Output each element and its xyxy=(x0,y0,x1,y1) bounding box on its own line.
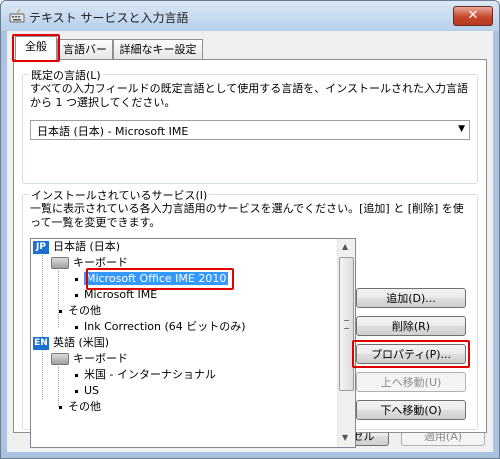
move-up-button[interactable]: 上へ移動(U) xyxy=(356,372,466,392)
default-language-group-label: 既定の言語(L) xyxy=(29,67,103,83)
bullet-icon xyxy=(75,325,78,329)
tree-item-lang-japanese[interactable]: JP 日本語 (日本) xyxy=(33,239,120,255)
tree-item-label: その他 xyxy=(68,304,101,317)
default-language-description-line2: から 1 つ選択してください。 xyxy=(30,96,176,109)
tree-connector xyxy=(42,255,43,399)
tree-item-ink-correction[interactable]: Ink Correction (64 ビットのみ) xyxy=(75,319,246,335)
scroll-up-icon[interactable]: ▲ xyxy=(342,242,348,251)
tab-general-highlight xyxy=(12,34,60,62)
tree-item-label: 英語 (米国) xyxy=(53,336,110,349)
tree-item-keyboard-category[interactable]: キーボード xyxy=(51,351,128,367)
bullet-icon xyxy=(75,389,78,393)
language-badge-icon: JP xyxy=(33,240,49,254)
window-title: テキスト サービスと入力言語 xyxy=(29,11,189,25)
installed-services-description-line1: 一覧に表示されている各入力言語用のサービスを選んでください。[追加] と [削除… xyxy=(30,202,464,215)
bullet-icon xyxy=(59,309,62,313)
default-language-description-line1: すべての入力フィールドの既定言語として使用する言語を、インストールされた入力言語 xyxy=(30,82,469,95)
dialog-window: テキスト サービスと入力言語 ✕ 全般 言語バー 詳細なキー設定 既定の言語(L… xyxy=(0,0,500,459)
default-language-selected-value: 日本語 (日本) - Microsoft IME xyxy=(37,125,189,138)
installed-services-group-label: インストールされているサービス(I) xyxy=(29,187,210,203)
tree-item-us-international[interactable]: 米国 - インターナショナル xyxy=(75,367,216,383)
bullet-icon xyxy=(75,277,78,281)
add-button[interactable]: 追加(D)... xyxy=(356,288,466,308)
tab-language-bar[interactable]: 言語バー xyxy=(57,39,113,60)
bullet-icon xyxy=(75,293,78,297)
tab-advanced-key-settings[interactable]: 詳細なキー設定 xyxy=(113,39,203,60)
installed-services-description: 一覧に表示されている各入力言語用のサービスを選んでください。[追加] と [削除… xyxy=(30,202,478,230)
default-language-dropdown[interactable]: 日本語 (日本) - Microsoft IME ▼ xyxy=(30,120,470,140)
dialog-client-area: 全般 言語バー 詳細なキー設定 既定の言語(L) すべての入力フィールドの既定言… xyxy=(7,31,493,452)
tree-item-label: Ink Correction (64 ビットのみ) xyxy=(84,320,246,333)
keyboard-icon xyxy=(51,257,69,269)
title-bar[interactable]: テキスト サービスと入力言語 ✕ xyxy=(1,1,499,31)
tab-panel-general: 既定の言語(L) すべての入力フィールドの既定言語として使用する言語を、インスト… xyxy=(13,59,487,448)
properties-button-highlight xyxy=(352,340,470,368)
installed-services-description-line2: って一覧を変更できます。 xyxy=(30,216,161,229)
bullet-icon xyxy=(75,373,78,377)
tab-language-bar-label: 言語バー xyxy=(63,43,107,56)
tree-item-label: US xyxy=(84,384,100,397)
services-tree-view[interactable]: JP 日本語 (日本) キーボード Microsoft Office IME 20… xyxy=(30,238,356,448)
scroll-down-icon[interactable]: ▼ xyxy=(342,433,348,442)
grip-icon xyxy=(344,320,349,329)
chevron-down-icon: ▼ xyxy=(458,124,465,134)
scrollbar-thumb[interactable] xyxy=(339,257,354,391)
default-language-description: すべての入力フィールドの既定言語として使用する言語を、インストールされた入力言語… xyxy=(30,82,478,110)
tree-item-lang-english[interactable]: EN 英語 (米国) xyxy=(33,335,109,351)
tree-item-other-category[interactable]: その他 xyxy=(59,399,101,415)
tree-item-label: 日本語 (日本) xyxy=(53,240,121,253)
bullet-icon xyxy=(59,405,62,409)
tree-item-label: 米国 - インターナショナル xyxy=(84,368,216,381)
close-icon: ✕ xyxy=(467,8,479,23)
close-button[interactable]: ✕ xyxy=(453,6,493,26)
tree-item-us[interactable]: US xyxy=(75,383,99,399)
tree-item-label: キーボード xyxy=(73,352,128,365)
remove-button[interactable]: 削除(R) xyxy=(356,316,466,336)
tree-item-label: その他 xyxy=(68,400,101,413)
tree-item-other-category[interactable]: その他 xyxy=(59,303,101,319)
move-down-button[interactable]: 下へ移動(O) xyxy=(356,400,466,420)
keyboard-app-icon xyxy=(9,8,25,23)
tab-advanced-key-settings-label: 詳細なキー設定 xyxy=(119,43,197,56)
keyboard-icon xyxy=(51,353,69,365)
selected-item-highlight xyxy=(86,268,234,290)
language-badge-icon: EN xyxy=(33,336,49,350)
